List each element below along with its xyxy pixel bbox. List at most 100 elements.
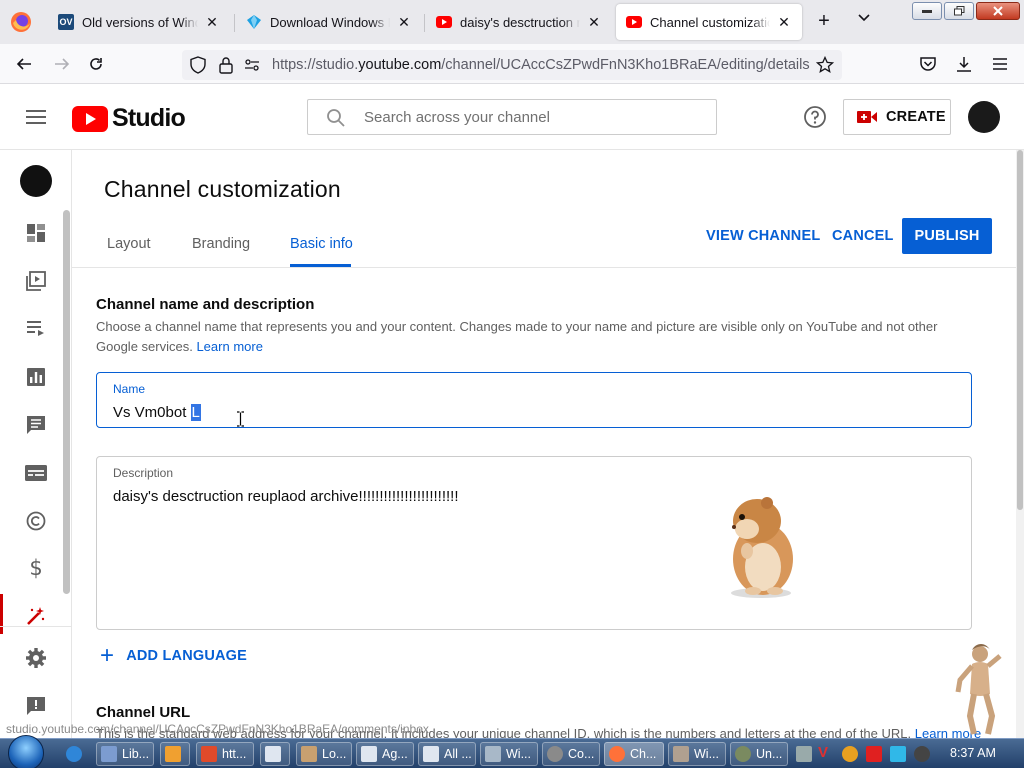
tray-app-icon[interactable] <box>796 746 812 762</box>
name-input[interactable]: Vs Vm0bot L <box>113 404 201 421</box>
browser-tab-channel-customization[interactable]: Channel customization - ✕ <box>616 4 802 40</box>
page-scrollbar-thumb[interactable] <box>1017 150 1023 510</box>
taskbar-item-firefox[interactable]: Ch... <box>604 742 664 766</box>
internet-explorer-icon[interactable] <box>66 746 82 762</box>
settings-gear-icon[interactable] <box>24 646 48 670</box>
start-button-windows-icon[interactable] <box>8 735 44 768</box>
app-icon <box>361 746 377 762</box>
diamond-favicon-icon <box>246 14 262 30</box>
tray-monitor-icon[interactable] <box>890 746 906 762</box>
taskbar-item-co[interactable]: Co... <box>542 742 600 766</box>
taskbar-clock[interactable]: 8:37 AM <box>950 746 996 760</box>
lock-icon[interactable] <box>219 56 233 79</box>
publish-button[interactable]: PUBLISH <box>902 218 992 254</box>
browser-tab-daisy[interactable]: daisy's desctruction reupl ✕ <box>426 4 612 40</box>
back-arrow-icon[interactable] <box>12 52 36 76</box>
forward-arrow-icon[interactable] <box>50 52 74 76</box>
app-icon <box>301 746 317 762</box>
studio-sidebar: $ <box>0 150 72 738</box>
playlists-icon[interactable] <box>24 316 48 340</box>
search-icon[interactable] <box>326 108 346 133</box>
taskbar-item-wi-2[interactable]: Wi... <box>668 742 726 766</box>
firefox-menu-icon[interactable] <box>4 6 38 38</box>
add-language-label: ADD LANGUAGE <box>126 648 248 664</box>
taskbar-item-lo[interactable]: Lo... <box>296 742 352 766</box>
bookmark-star-icon[interactable] <box>815 55 835 79</box>
downloads-icon[interactable] <box>952 52 976 76</box>
browser-tab-download-windows[interactable]: Download Windows Mov ✕ <box>236 4 422 40</box>
tab-title: Channel customization - <box>650 14 770 30</box>
hamster-sticker-image <box>731 497 793 598</box>
permissions-icon[interactable] <box>244 57 260 78</box>
taskbar-item-ag[interactable]: Ag... <box>356 742 414 766</box>
page-title: Channel customization <box>104 176 341 202</box>
list-all-tabs-chevron-icon[interactable] <box>852 10 876 34</box>
taskbar-item-label: Ch... <box>630 747 657 761</box>
studio-header: Studio CREATE <box>0 84 1024 150</box>
subtitles-icon[interactable] <box>24 461 48 485</box>
taskbar-item-window[interactable] <box>260 742 290 766</box>
close-tab-icon[interactable]: ✕ <box>204 14 220 31</box>
create-label: CREATE <box>886 109 946 125</box>
content-video-icon[interactable] <box>24 269 48 293</box>
minimize-window-icon[interactable] <box>912 2 942 20</box>
customization-magic-wand-icon[interactable] <box>24 604 48 628</box>
tray-app-icon[interactable] <box>842 746 858 762</box>
studio-menu-hamburger-icon[interactable] <box>24 106 48 130</box>
taskbar-item-wi[interactable]: Wi... <box>480 742 538 766</box>
close-tab-icon[interactable]: ✕ <box>586 14 602 31</box>
windows-taskbar: Lib... htt... Lo... Ag... All ... Wi... … <box>0 735 1024 768</box>
section-title-channel-url: Channel URL <box>96 704 191 721</box>
monetization-dollar-icon[interactable]: $ <box>24 556 48 580</box>
taskbar-item-un[interactable]: Un... <box>730 742 788 766</box>
taskbar-item-all[interactable]: All ... <box>418 742 476 766</box>
new-tab-plus-icon[interactable]: + <box>812 10 836 34</box>
url-text[interactable]: https://studio.youtube.com/channel/UCAcc… <box>272 57 810 73</box>
restore-window-icon[interactable] <box>944 2 974 20</box>
comments-icon[interactable] <box>24 413 48 437</box>
youtube-favicon-icon <box>626 14 642 30</box>
dashboard-icon[interactable] <box>24 221 48 245</box>
channel-avatar[interactable] <box>20 165 52 197</box>
search-input[interactable] <box>364 100 704 134</box>
tray-volume-icon[interactable] <box>914 746 930 762</box>
app-icon <box>547 746 563 762</box>
close-window-icon[interactable] <box>976 2 1020 20</box>
tray-flag-icon[interactable] <box>866 746 882 762</box>
description-input[interactable]: daisy's desctruction reuplaod archive!!!… <box>113 488 459 505</box>
browser-tab-old-versions[interactable]: OV Old versions of Windows ✕ <box>48 4 230 40</box>
page-scrollbar[interactable] <box>1016 150 1024 738</box>
reload-icon[interactable] <box>84 52 108 76</box>
copyright-icon[interactable] <box>24 509 48 533</box>
taskbar-item-library[interactable]: Lib... <box>96 742 154 766</box>
close-tab-icon[interactable]: ✕ <box>396 14 412 31</box>
analytics-icon[interactable] <box>24 365 48 389</box>
tab-basic-info[interactable]: Basic info <box>290 236 353 252</box>
account-avatar[interactable] <box>968 101 1000 133</box>
taskbar-item-media[interactable] <box>160 742 190 766</box>
taskbar-item-http[interactable]: htt... <box>196 742 254 766</box>
send-feedback-icon[interactable] <box>24 694 48 718</box>
tab-layout[interactable]: Layout <box>107 236 151 252</box>
close-tab-icon[interactable]: ✕ <box>776 14 792 31</box>
add-language-button[interactable]: + ADD LANGUAGE <box>100 644 248 668</box>
tracking-protection-shield-icon[interactable] <box>190 56 206 79</box>
sidebar-scrollbar[interactable] <box>63 210 70 594</box>
media-player-icon <box>165 746 181 762</box>
channel-search-box[interactable] <box>307 99 717 135</box>
text-cursor-ibeam-icon <box>237 411 244 427</box>
create-button[interactable]: CREATE <box>843 99 951 135</box>
channel-description-field[interactable]: Description daisy's desctruction reuplao… <box>96 456 972 630</box>
pocket-icon[interactable] <box>916 52 940 76</box>
app-menu-hamburger-icon[interactable] <box>988 52 1012 76</box>
url-bar[interactable]: https://studio.youtube.com/channel/UCAcc… <box>182 50 842 80</box>
taskbar-item-label: Lib... <box>122 747 150 761</box>
tab-branding[interactable]: Branding <box>192 236 250 252</box>
channel-name-field[interactable]: Name Vs Vm0bot L <box>96 372 972 428</box>
view-channel-button[interactable]: VIEW CHANNEL <box>706 228 820 244</box>
help-question-icon[interactable] <box>803 105 827 129</box>
studio-logo[interactable]: Studio <box>72 104 186 133</box>
cancel-button[interactable]: CANCEL <box>832 228 894 244</box>
learn-more-link[interactable]: Learn more <box>196 339 262 354</box>
tray-v-icon[interactable]: V <box>818 744 834 761</box>
